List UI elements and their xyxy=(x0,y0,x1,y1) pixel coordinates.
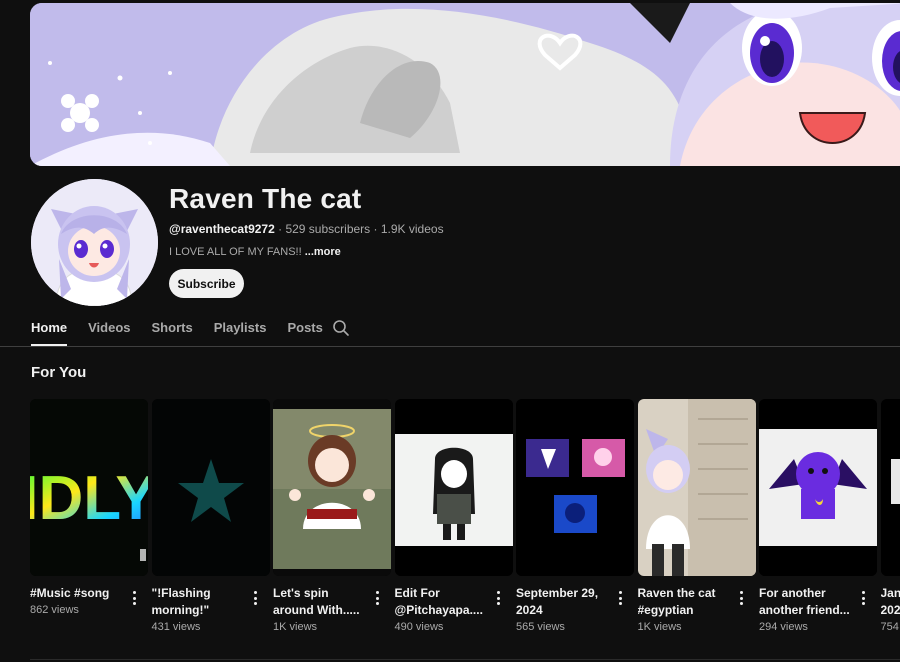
more-options-icon[interactable] xyxy=(614,589,626,607)
short-views: 431 views xyxy=(151,621,201,633)
short-thumbnail[interactable] xyxy=(637,399,756,576)
short-item[interactable]: Edit For @Pitchayapa.... 490 views xyxy=(394,399,513,633)
short-thumbnail[interactable] xyxy=(516,399,634,576)
channel-handle: @raventhecat9272 xyxy=(169,222,275,236)
shorts-shelf: IDLY #Music #song 862 views "!Flashing m… xyxy=(30,399,900,633)
short-views: 1K views xyxy=(273,621,318,633)
channel-tabs: Home Videos Shorts Playlists Posts xyxy=(31,316,344,346)
short-item[interactable]: Let's spin around With..... 1K views xyxy=(273,399,391,633)
short-title[interactable]: Let's spin around With..... xyxy=(273,585,369,619)
short-title[interactable]: Jan 202 xyxy=(881,585,900,619)
short-title[interactable]: #Music #song xyxy=(30,585,126,602)
meta-separator: · xyxy=(278,222,283,236)
short-views: 1K views xyxy=(637,621,682,633)
short-title[interactable]: Edit For @Pitchayapa.... xyxy=(395,585,491,619)
tab-videos[interactable]: Videos xyxy=(88,316,130,346)
short-title[interactable]: Raven the cat #egyptian xyxy=(638,585,734,619)
search-icon[interactable] xyxy=(332,319,350,337)
description-more-link[interactable]: ...more xyxy=(305,246,341,258)
subscriber-count: 529 subscribers xyxy=(285,222,371,236)
more-options-icon[interactable] xyxy=(250,589,262,607)
short-item[interactable]: For another another friend... 294 views xyxy=(759,399,877,633)
more-options-icon[interactable] xyxy=(493,589,505,607)
short-views: 294 views xyxy=(759,621,808,633)
short-thumbnail[interactable] xyxy=(394,399,513,576)
more-options-icon[interactable] xyxy=(128,589,140,607)
bottom-divider xyxy=(30,659,900,660)
tab-shorts[interactable]: Shorts xyxy=(152,316,193,346)
more-options-icon[interactable] xyxy=(857,589,869,607)
channel-description: I LOVE ALL OF MY FANS!! ...more xyxy=(169,246,341,258)
short-item[interactable]: "!Flashing morning!" 431 views xyxy=(151,399,270,633)
tab-playlists[interactable]: Playlists xyxy=(214,316,267,346)
short-title[interactable]: For another another friend... xyxy=(759,585,855,619)
more-options-icon[interactable] xyxy=(371,589,383,607)
short-views: 565 views xyxy=(516,621,565,633)
short-thumbnail[interactable] xyxy=(151,399,270,576)
short-item[interactable]: IDLY #Music #song 862 views xyxy=(30,399,148,633)
channel-name: Raven The cat xyxy=(169,183,362,214)
tab-posts[interactable]: Posts xyxy=(287,316,322,346)
short-views: 754 xyxy=(880,621,899,633)
video-count: 1.9K videos xyxy=(380,222,444,236)
short-views: 490 views xyxy=(394,621,444,633)
subscribe-button[interactable]: Subscribe xyxy=(169,269,244,298)
channel-banner xyxy=(30,3,900,166)
channel-avatar[interactable] xyxy=(31,179,158,306)
short-thumbnail[interactable] xyxy=(759,399,877,576)
more-options-icon[interactable] xyxy=(736,589,748,607)
short-item[interactable]: September 29, 2024 565 views xyxy=(516,399,634,633)
section-title: For You xyxy=(31,364,87,381)
description-text: I LOVE ALL OF MY FANS!! xyxy=(169,246,302,258)
short-thumbnail[interactable] xyxy=(273,399,391,576)
tabs-divider xyxy=(0,346,900,347)
short-thumbnail[interactable]: IDLY xyxy=(30,399,148,576)
short-title[interactable]: "!Flashing morning!" xyxy=(152,585,248,619)
short-item[interactable]: Jan 202 754 xyxy=(880,399,900,633)
short-item[interactable]: Raven the cat #egyptian 1K views xyxy=(637,399,756,633)
short-title[interactable]: September 29, 2024 xyxy=(516,585,612,619)
channel-meta: @raventhecat9272 · 529 subscribers · 1.9… xyxy=(169,222,444,236)
short-thumbnail[interactable] xyxy=(880,399,900,576)
meta-separator: · xyxy=(373,222,378,236)
thumb-idly-text: IDLY xyxy=(30,464,148,533)
tab-home[interactable]: Home xyxy=(31,316,68,346)
